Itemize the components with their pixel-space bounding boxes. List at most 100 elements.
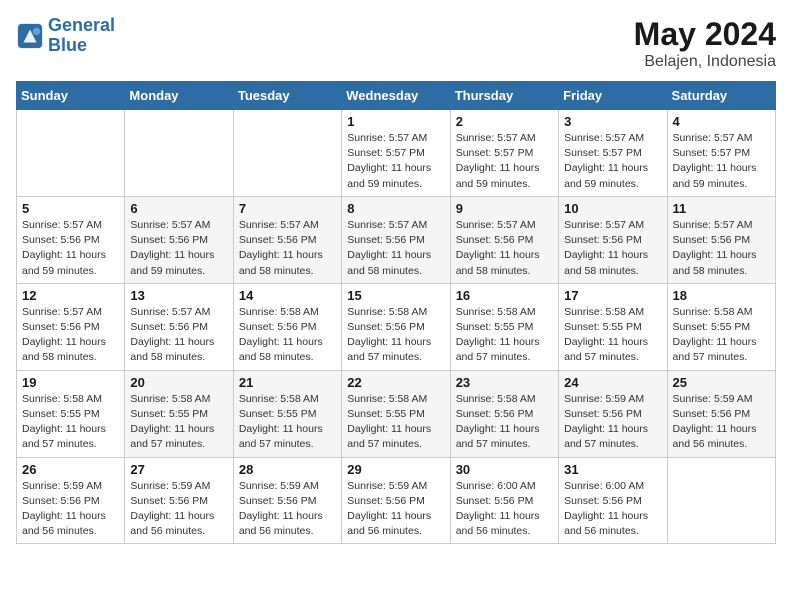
day-number: 15	[347, 288, 444, 303]
day-info: Sunrise: 5:58 AM Sunset: 5:55 PM Dayligh…	[22, 392, 119, 453]
calendar-cell: 18 Sunrise: 5:58 AM Sunset: 5:55 PM Dayli…	[667, 283, 775, 370]
day-number: 3	[564, 114, 661, 129]
day-info: Sunrise: 6:00 AM Sunset: 5:56 PM Dayligh…	[456, 479, 553, 540]
day-number: 4	[673, 114, 770, 129]
day-number: 2	[456, 114, 553, 129]
logo-icon	[16, 22, 44, 50]
day-number: 1	[347, 114, 444, 129]
day-number: 7	[239, 201, 336, 216]
day-number: 18	[673, 288, 770, 303]
day-info: Sunrise: 5:57 AM Sunset: 5:56 PM Dayligh…	[347, 218, 444, 279]
calendar-cell: 3 Sunrise: 5:57 AM Sunset: 5:57 PM Daylig…	[559, 110, 667, 197]
day-info: Sunrise: 5:59 AM Sunset: 5:56 PM Dayligh…	[239, 479, 336, 540]
calendar-cell: 9 Sunrise: 5:57 AM Sunset: 5:56 PM Daylig…	[450, 196, 558, 283]
calendar-cell: 30 Sunrise: 6:00 AM Sunset: 5:56 PM Dayli…	[450, 457, 558, 544]
day-info: Sunrise: 5:57 AM Sunset: 5:57 PM Dayligh…	[564, 131, 661, 192]
calendar-cell: 8 Sunrise: 5:57 AM Sunset: 5:56 PM Daylig…	[342, 196, 450, 283]
logo-line1: General	[48, 15, 115, 35]
day-number: 26	[22, 462, 119, 477]
day-info: Sunrise: 5:58 AM Sunset: 5:56 PM Dayligh…	[456, 392, 553, 453]
day-number: 21	[239, 375, 336, 390]
day-number: 19	[22, 375, 119, 390]
day-info: Sunrise: 5:57 AM Sunset: 5:56 PM Dayligh…	[130, 218, 227, 279]
calendar-cell: 20Sunrise: 5:58 AM Sunset: 5:55 PM Dayli…	[125, 370, 233, 457]
calendar-cell: 17Sunrise: 5:58 AM Sunset: 5:55 PM Dayli…	[559, 283, 667, 370]
day-info: Sunrise: 5:57 AM Sunset: 5:56 PM Dayligh…	[22, 218, 119, 279]
calendar-cell: 2 Sunrise: 5:57 AM Sunset: 5:57 PM Daylig…	[450, 110, 558, 197]
day-info: Sunrise: 5:57 AM Sunset: 5:57 PM Dayligh…	[456, 131, 553, 192]
calendar-cell: 4 Sunrise: 5:57 AM Sunset: 5:57 PM Daylig…	[667, 110, 775, 197]
calendar-cell: 6 Sunrise: 5:57 AM Sunset: 5:56 PM Daylig…	[125, 196, 233, 283]
page-header: General Blue May 2024 Belajen, Indonesia	[16, 16, 776, 71]
calendar-week-row: 1 Sunrise: 5:57 AM Sunset: 5:57 PM Daylig…	[17, 110, 776, 197]
calendar-cell: 21 Sunrise: 5:58 AM Sunset: 5:55 PM Dayli…	[233, 370, 341, 457]
calendar-cell: 11Sunrise: 5:57 AM Sunset: 5:56 PM Dayli…	[667, 196, 775, 283]
weekday-header: Tuesday	[233, 82, 341, 110]
day-info: Sunrise: 5:59 AM Sunset: 5:56 PM Dayligh…	[22, 479, 119, 540]
calendar-cell: 12 Sunrise: 5:57 AM Sunset: 5:56 PM Dayli…	[17, 283, 125, 370]
calendar-week-row: 5 Sunrise: 5:57 AM Sunset: 5:56 PM Daylig…	[17, 196, 776, 283]
calendar-cell: 10Sunrise: 5:57 AM Sunset: 5:56 PM Dayli…	[559, 196, 667, 283]
day-number: 5	[22, 201, 119, 216]
calendar-header-row: SundayMondayTuesdayWednesdayThursdayFrid…	[17, 82, 776, 110]
calendar-cell	[667, 457, 775, 544]
day-info: Sunrise: 5:59 AM Sunset: 5:56 PM Dayligh…	[564, 392, 661, 453]
day-number: 10	[564, 201, 661, 216]
calendar-week-row: 12 Sunrise: 5:57 AM Sunset: 5:56 PM Dayli…	[17, 283, 776, 370]
day-info: Sunrise: 5:59 AM Sunset: 5:56 PM Dayligh…	[347, 479, 444, 540]
calendar-cell: 1 Sunrise: 5:57 AM Sunset: 5:57 PM Daylig…	[342, 110, 450, 197]
day-info: Sunrise: 5:58 AM Sunset: 5:55 PM Dayligh…	[456, 305, 553, 366]
day-info: Sunrise: 5:57 AM Sunset: 5:57 PM Dayligh…	[673, 131, 770, 192]
day-number: 29	[347, 462, 444, 477]
weekday-header: Thursday	[450, 82, 558, 110]
location-subtitle: Belajen, Indonesia	[634, 53, 776, 71]
calendar-cell: 13Sunrise: 5:57 AM Sunset: 5:56 PM Dayli…	[125, 283, 233, 370]
day-number: 17	[564, 288, 661, 303]
calendar-table: SundayMondayTuesdayWednesdayThursdayFrid…	[16, 81, 776, 544]
day-number: 31	[564, 462, 661, 477]
day-number: 8	[347, 201, 444, 216]
calendar-cell: 25 Sunrise: 5:59 AM Sunset: 5:56 PM Dayli…	[667, 370, 775, 457]
logo-text: General Blue	[48, 16, 115, 56]
calendar-cell	[125, 110, 233, 197]
day-number: 25	[673, 375, 770, 390]
calendar-cell: 28Sunrise: 5:59 AM Sunset: 5:56 PM Dayli…	[233, 457, 341, 544]
calendar-cell: 29 Sunrise: 5:59 AM Sunset: 5:56 PM Dayli…	[342, 457, 450, 544]
calendar-cell: 31 Sunrise: 6:00 AM Sunset: 5:56 PM Dayli…	[559, 457, 667, 544]
calendar-cell: 19 Sunrise: 5:58 AM Sunset: 5:55 PM Dayli…	[17, 370, 125, 457]
calendar-cell	[233, 110, 341, 197]
day-number: 9	[456, 201, 553, 216]
day-info: Sunrise: 5:59 AM Sunset: 5:56 PM Dayligh…	[130, 479, 227, 540]
calendar-cell: 15Sunrise: 5:58 AM Sunset: 5:56 PM Dayli…	[342, 283, 450, 370]
calendar-cell	[17, 110, 125, 197]
day-info: Sunrise: 6:00 AM Sunset: 5:56 PM Dayligh…	[564, 479, 661, 540]
day-info: Sunrise: 5:57 AM Sunset: 5:56 PM Dayligh…	[22, 305, 119, 366]
calendar-cell: 26 Sunrise: 5:59 AM Sunset: 5:56 PM Dayli…	[17, 457, 125, 544]
day-number: 11	[673, 201, 770, 216]
day-number: 22	[347, 375, 444, 390]
calendar-cell: 14Sunrise: 5:58 AM Sunset: 5:56 PM Dayli…	[233, 283, 341, 370]
weekday-header: Friday	[559, 82, 667, 110]
day-info: Sunrise: 5:58 AM Sunset: 5:55 PM Dayligh…	[673, 305, 770, 366]
day-info: Sunrise: 5:58 AM Sunset: 5:55 PM Dayligh…	[239, 392, 336, 453]
day-info: Sunrise: 5:58 AM Sunset: 5:56 PM Dayligh…	[239, 305, 336, 366]
day-number: 23	[456, 375, 553, 390]
day-number: 24	[564, 375, 661, 390]
day-info: Sunrise: 5:59 AM Sunset: 5:56 PM Dayligh…	[673, 392, 770, 453]
day-number: 13	[130, 288, 227, 303]
calendar-cell: 16Sunrise: 5:58 AM Sunset: 5:55 PM Dayli…	[450, 283, 558, 370]
calendar-week-row: 26 Sunrise: 5:59 AM Sunset: 5:56 PM Dayli…	[17, 457, 776, 544]
day-number: 12	[22, 288, 119, 303]
day-number: 30	[456, 462, 553, 477]
day-info: Sunrise: 5:57 AM Sunset: 5:56 PM Dayligh…	[239, 218, 336, 279]
title-block: May 2024 Belajen, Indonesia	[634, 16, 776, 71]
weekday-header: Saturday	[667, 82, 775, 110]
day-info: Sunrise: 5:57 AM Sunset: 5:56 PM Dayligh…	[456, 218, 553, 279]
logo-line2: Blue	[48, 35, 87, 55]
day-number: 27	[130, 462, 227, 477]
day-info: Sunrise: 5:58 AM Sunset: 5:55 PM Dayligh…	[130, 392, 227, 453]
month-title: May 2024	[634, 16, 776, 53]
day-info: Sunrise: 5:57 AM Sunset: 5:57 PM Dayligh…	[347, 131, 444, 192]
day-number: 6	[130, 201, 227, 216]
day-info: Sunrise: 5:58 AM Sunset: 5:55 PM Dayligh…	[347, 392, 444, 453]
